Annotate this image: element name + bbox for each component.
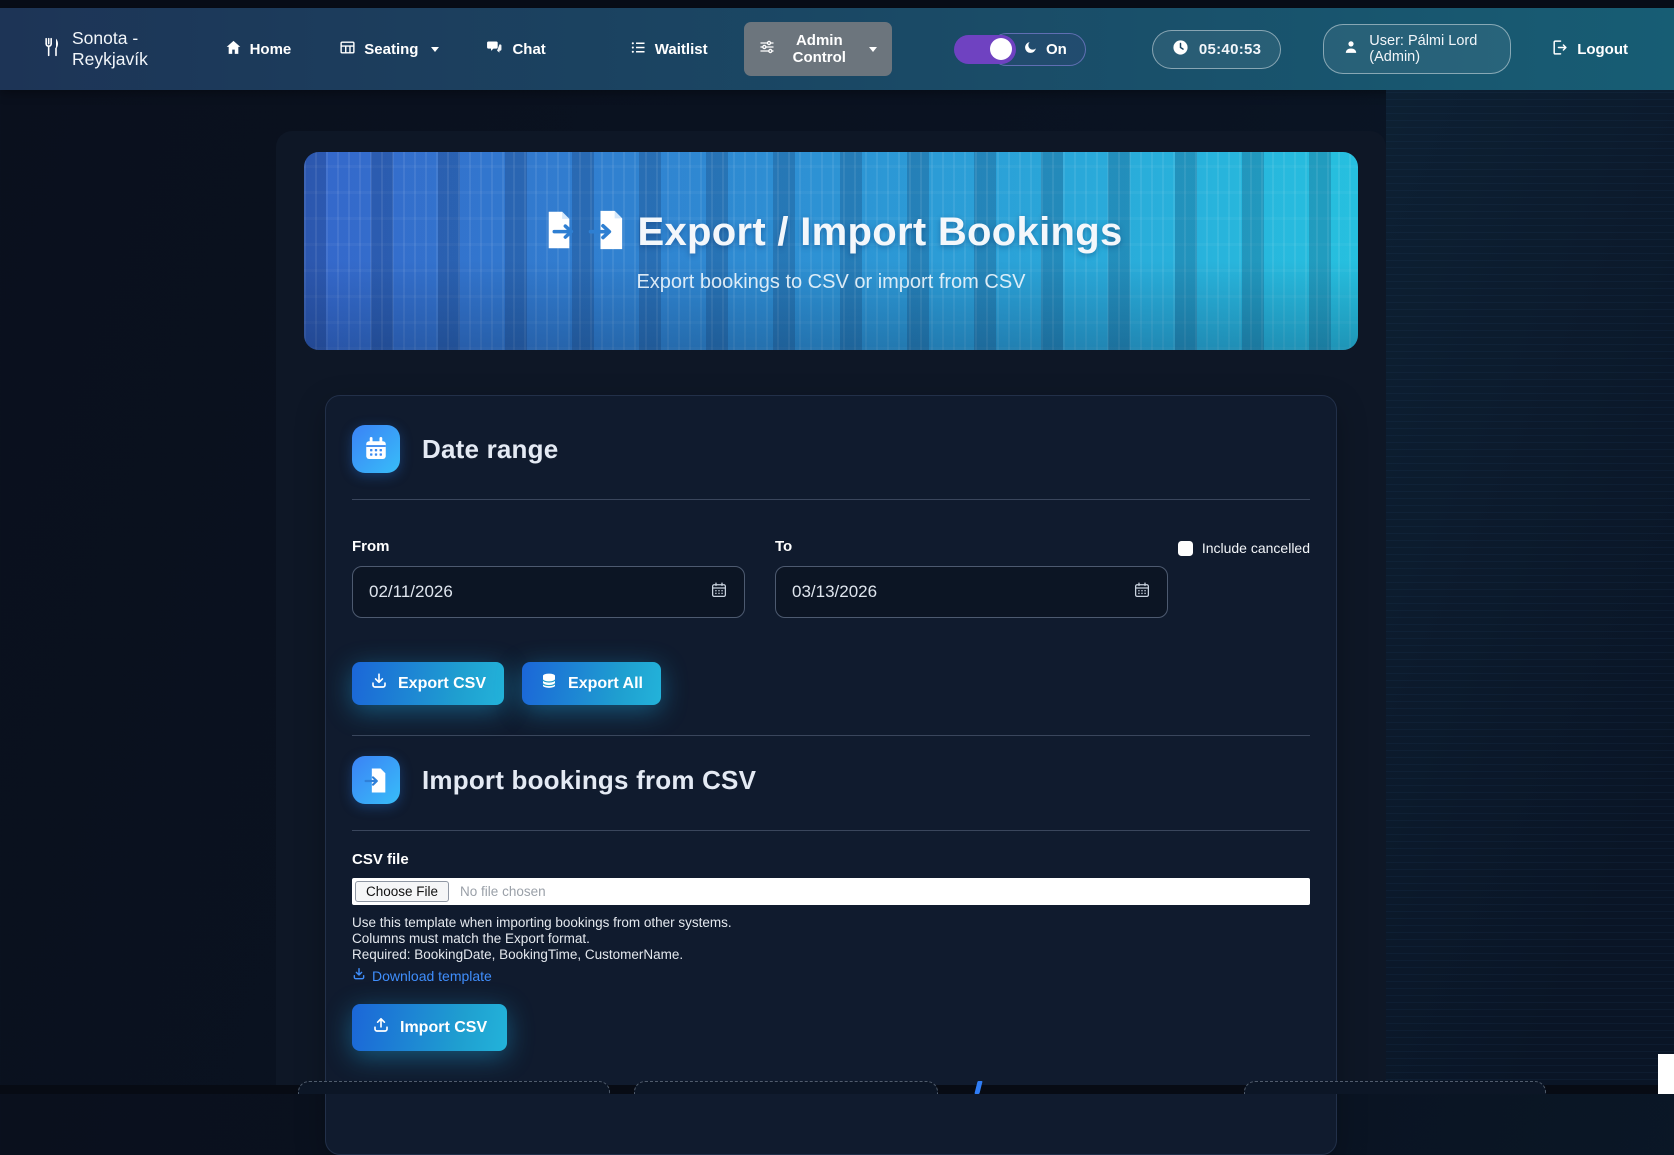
include-cancelled-checkbox-group[interactable]: Include cancelled xyxy=(1178,540,1310,556)
cutoff-panel xyxy=(1244,1081,1546,1094)
divider xyxy=(352,499,1310,500)
help-line: Required: BookingDate, BookingTime, Cust… xyxy=(352,947,1310,963)
import-title: Import bookings from CSV xyxy=(422,765,756,796)
nav-item-chat[interactable]: Chat xyxy=(485,39,545,60)
logout-button[interactable]: Logout xyxy=(1551,39,1628,60)
nav-item-seating[interactable]: Seating xyxy=(339,39,439,60)
import-help-text: Use this template when importing booking… xyxy=(352,915,1310,986)
clock-icon xyxy=(1172,39,1189,60)
download-template-link[interactable]: Download template xyxy=(352,967,492,984)
export-csv-button[interactable]: Export CSV xyxy=(352,662,504,705)
export-import-card: Date range From 02/11/2026 xyxy=(325,395,1337,1155)
table-icon xyxy=(339,39,356,60)
switch-knob xyxy=(990,38,1012,60)
moon-icon xyxy=(1023,40,1038,59)
download-template-label: Download template xyxy=(372,968,492,984)
chat-icon xyxy=(485,39,504,60)
upload-icon xyxy=(372,1016,390,1039)
from-date-input[interactable]: 02/11/2026 xyxy=(352,566,745,618)
export-all-button[interactable]: Export All xyxy=(522,662,661,705)
import-header: Import bookings from CSV xyxy=(352,736,1310,804)
nav-item-waitlist[interactable]: Waitlist xyxy=(630,39,708,60)
export-buttons-row: Export CSV Export All xyxy=(352,662,1310,705)
date-range-header: Date range xyxy=(352,396,1310,473)
page-title: Export / Import Bookings xyxy=(638,210,1123,255)
main-content: Export / Import Bookings Export bookings… xyxy=(276,131,1386,1094)
utensils-icon xyxy=(42,36,62,63)
home-icon xyxy=(225,39,242,60)
user-label: User: Pálmi Lord (Admin) xyxy=(1369,33,1491,65)
to-label: To xyxy=(775,538,1168,555)
help-line: Use this template when importing booking… xyxy=(352,915,1310,931)
from-label: From xyxy=(352,538,745,555)
top-edge-strip xyxy=(0,0,1674,8)
list-icon xyxy=(630,39,647,60)
to-date-value: 03/13/2026 xyxy=(792,582,877,602)
background-texture xyxy=(1386,90,1674,1094)
dark-mode-switch[interactable] xyxy=(954,35,1016,64)
clock-value: 05:40:53 xyxy=(1199,41,1261,58)
file-import-icon xyxy=(352,756,400,804)
chevron-down-icon xyxy=(431,47,439,52)
download-icon xyxy=(370,672,388,695)
clock-pill: 05:40:53 xyxy=(1152,30,1281,69)
from-field: From 02/11/2026 xyxy=(352,538,745,618)
help-line: Columns must match the Export format. xyxy=(352,931,1310,947)
calendar-picker-icon[interactable] xyxy=(1133,581,1151,604)
calendar-picker-icon[interactable] xyxy=(710,581,728,604)
brand[interactable]: Sonota - Reykjavík xyxy=(42,28,181,70)
nav-item-label: Home xyxy=(250,41,292,58)
from-date-value: 02/11/2026 xyxy=(369,582,453,602)
cutoff-panel xyxy=(298,1081,610,1094)
file-import-icon xyxy=(588,208,628,257)
csv-file-label: CSV file xyxy=(352,851,1310,868)
brand-label: Sonota - Reykjavík xyxy=(72,28,181,70)
nav-item-label: Waitlist xyxy=(655,41,708,58)
no-file-chosen-text: No file chosen xyxy=(460,884,546,899)
date-range-title: Date range xyxy=(422,434,558,465)
divider xyxy=(352,830,1310,831)
to-field: To 03/13/2026 xyxy=(775,538,1168,618)
download-icon xyxy=(352,967,366,984)
calendar-icon xyxy=(352,425,400,473)
scrollbar-corner xyxy=(1658,1054,1674,1094)
navbar: Sonota - Reykjavík Home Seating Chat xyxy=(0,8,1674,90)
export-csv-label: Export CSV xyxy=(398,675,486,693)
file-export-icon xyxy=(540,209,578,256)
include-cancelled-checkbox[interactable] xyxy=(1178,541,1193,556)
import-csv-button[interactable]: Import CSV xyxy=(352,1004,507,1051)
dark-mode-toggle-group: On xyxy=(954,33,1086,66)
chevron-down-icon xyxy=(869,47,877,52)
include-cancelled-label: Include cancelled xyxy=(1202,540,1310,556)
logout-label: Logout xyxy=(1577,41,1628,58)
person-icon xyxy=(1343,39,1359,59)
admin-control-button[interactable]: Admin Control xyxy=(744,22,892,76)
nav-item-home[interactable]: Home xyxy=(225,39,292,60)
cutoff-panel xyxy=(634,1081,938,1094)
mode-label: On xyxy=(1046,41,1067,58)
choose-file-button[interactable]: Choose File xyxy=(355,881,449,902)
csv-file-input[interactable]: Choose File No file chosen xyxy=(352,878,1310,905)
to-date-input[interactable]: 03/13/2026 xyxy=(775,566,1168,618)
admin-control-label: Admin Control xyxy=(784,32,855,66)
import-csv-label: Import CSV xyxy=(400,1019,487,1037)
database-icon xyxy=(540,672,558,695)
nav-item-label: Seating xyxy=(364,41,418,58)
page-subtitle: Export bookings to CSV or import from CS… xyxy=(636,271,1025,294)
user-pill[interactable]: User: Pálmi Lord (Admin) xyxy=(1323,24,1511,74)
sliders-icon xyxy=(759,39,775,59)
hero-banner: Export / Import Bookings Export bookings… xyxy=(304,152,1358,350)
nav-item-label: Chat xyxy=(512,41,545,58)
logout-icon xyxy=(1551,39,1568,60)
export-all-label: Export All xyxy=(568,675,643,693)
date-range-form: From 02/11/2026 To 03/13/2026 xyxy=(352,538,1310,618)
